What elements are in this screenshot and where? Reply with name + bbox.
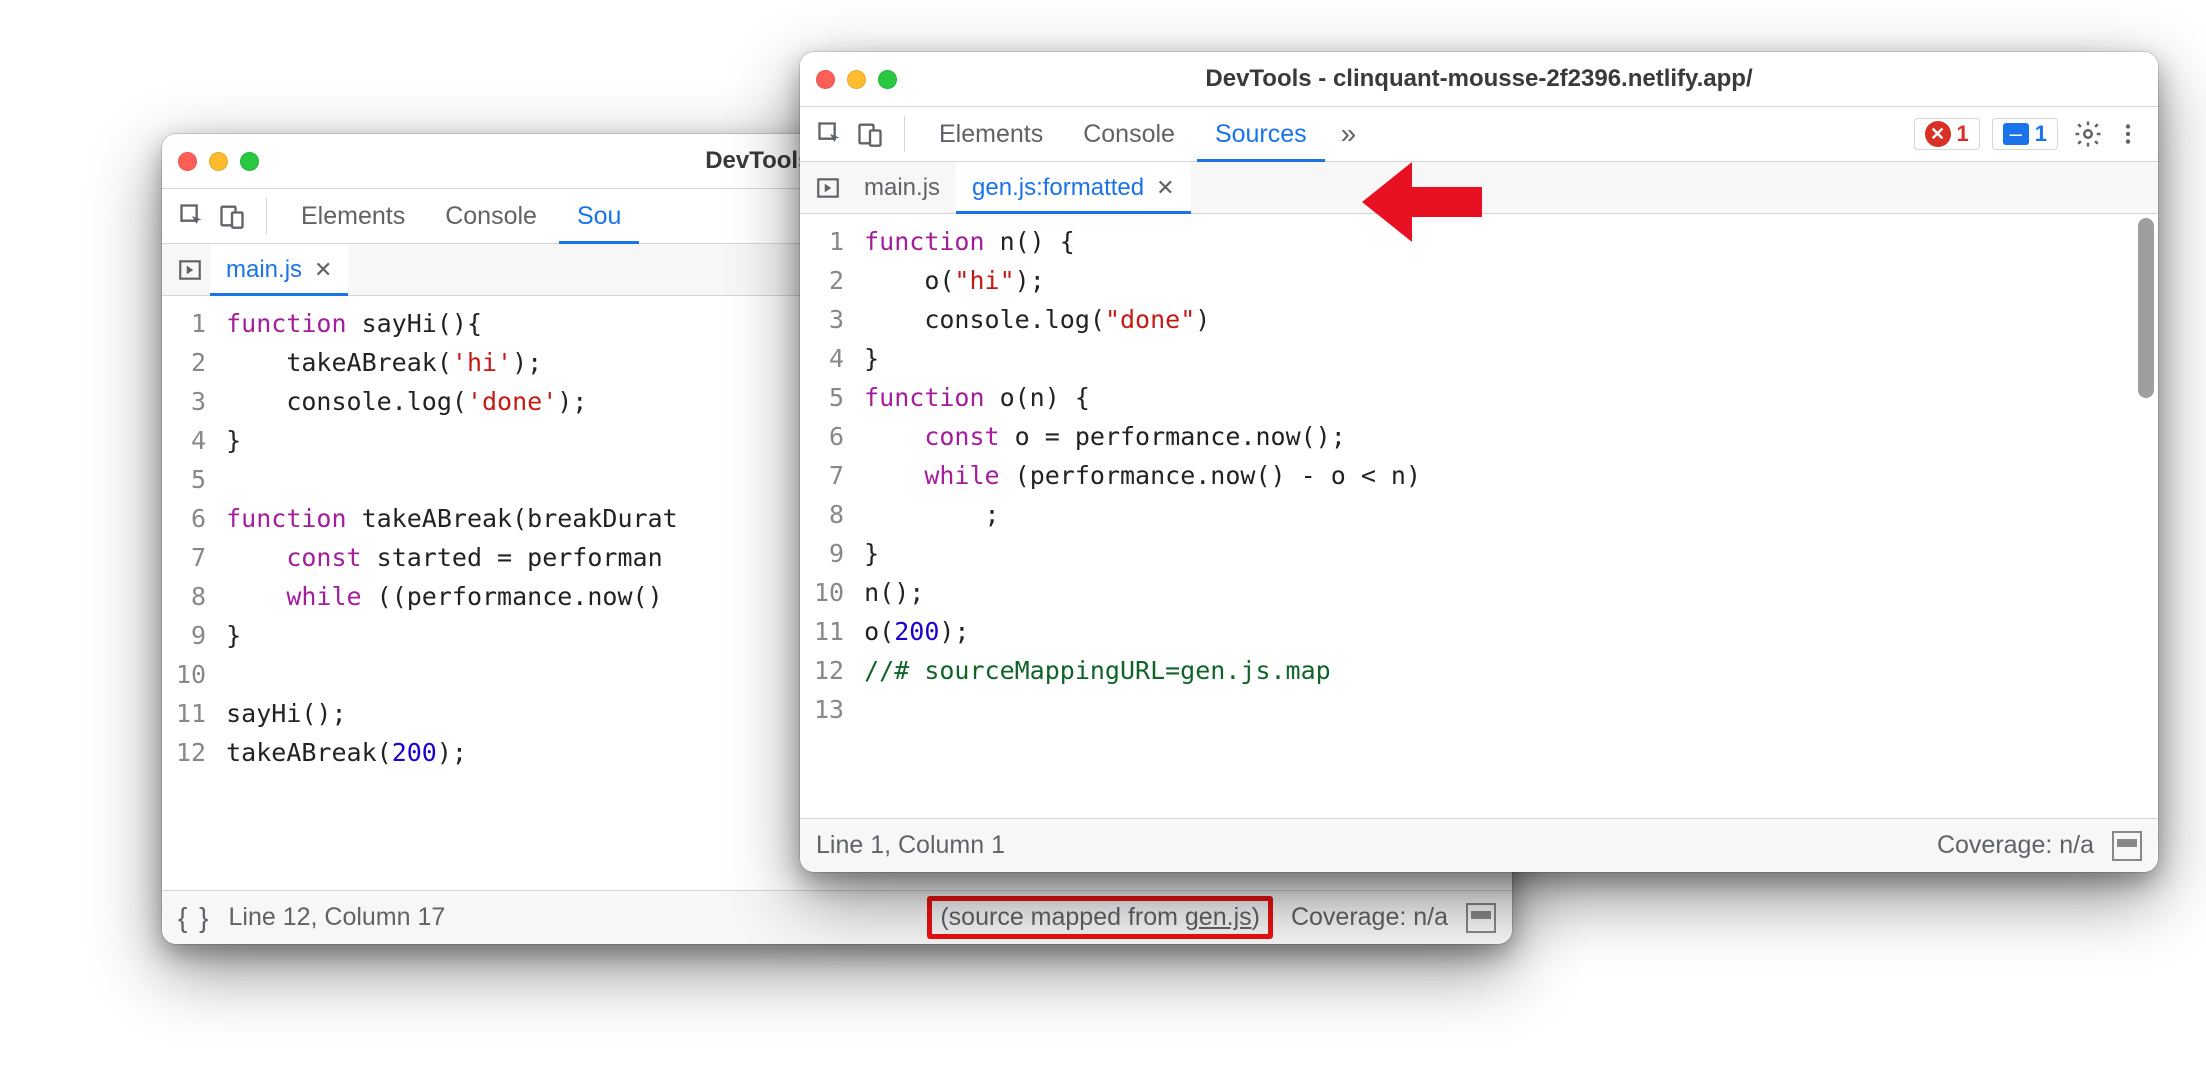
zoom-window-button[interactable] xyxy=(878,70,897,89)
file-tab-label: main.js xyxy=(226,256,302,284)
scrollbar[interactable] xyxy=(2136,214,2154,675)
source-mapped-link[interactable]: gen.js xyxy=(1185,903,1252,931)
code-content[interactable]: function sayHi(){ takeABreak('hi'); cons… xyxy=(218,296,678,772)
device-toolbar-icon[interactable] xyxy=(214,198,250,234)
file-tab-gen-js-formatted[interactable]: gen.js:formatted ✕ xyxy=(956,162,1191,214)
close-icon[interactable]: ✕ xyxy=(1156,175,1174,201)
line-gutter: 123456789101112 xyxy=(162,296,218,772)
traffic-lights xyxy=(178,152,259,171)
source-mapped-indicator: (source mapped from gen.js) xyxy=(927,896,1273,939)
scrollbar-thumb[interactable] xyxy=(2138,218,2154,398)
show-navigator-icon[interactable] xyxy=(170,250,210,290)
status-bar: Line 1, Column 1 Coverage: n/a xyxy=(800,818,2158,872)
code-editor[interactable]: 12345678910111213 function n() { o("hi")… xyxy=(800,214,2158,729)
minimize-window-button[interactable] xyxy=(209,152,228,171)
more-tabs-icon[interactable]: » xyxy=(1329,118,1369,150)
annotation-arrow-icon xyxy=(1362,162,1482,242)
close-window-button[interactable] xyxy=(178,152,197,171)
show-console-drawer-icon[interactable] xyxy=(1466,903,1496,933)
error-count-badge[interactable]: ✕ 1 xyxy=(1914,118,1980,150)
zoom-window-button[interactable] xyxy=(240,152,259,171)
show-navigator-icon[interactable] xyxy=(808,168,848,208)
file-tab-label: main.js xyxy=(864,174,940,202)
tab-sources[interactable]: Sources xyxy=(1197,106,1325,162)
more-options-icon[interactable] xyxy=(2110,116,2146,152)
inspect-element-icon[interactable] xyxy=(174,198,210,234)
error-icon: ✕ xyxy=(1925,121,1951,147)
line-gutter: 12345678910111213 xyxy=(800,214,856,729)
file-tab-main-js[interactable]: main.js xyxy=(848,162,956,214)
status-bar: { } Line 12, Column 17 (source mapped fr… xyxy=(162,890,1512,944)
message-count-badge[interactable]: – 1 xyxy=(1992,118,2058,150)
tab-console[interactable]: Console xyxy=(427,188,555,244)
file-tab-main-js[interactable]: main.js ✕ xyxy=(210,244,348,296)
traffic-lights xyxy=(816,70,897,89)
inspect-element-icon[interactable] xyxy=(812,116,848,152)
main-toolbar: Elements Console Sources » ✕ 1 – 1 xyxy=(800,106,2158,162)
coverage-label: Coverage: n/a xyxy=(1937,831,2094,860)
file-tab-label: gen.js:formatted xyxy=(972,174,1144,202)
pretty-print-icon[interactable]: { } xyxy=(178,902,210,934)
message-icon: – xyxy=(2003,123,2029,145)
minimize-window-button[interactable] xyxy=(847,70,866,89)
divider xyxy=(266,198,267,234)
tab-console[interactable]: Console xyxy=(1065,106,1193,162)
tab-elements[interactable]: Elements xyxy=(283,188,423,244)
code-content[interactable]: function n() { o("hi"); console.log("don… xyxy=(856,214,1421,729)
coverage-label: Coverage: n/a xyxy=(1291,903,1448,932)
show-console-drawer-icon[interactable] xyxy=(2112,831,2142,861)
tab-elements[interactable]: Elements xyxy=(921,106,1061,162)
cursor-position: Line 12, Column 17 xyxy=(228,903,445,932)
divider xyxy=(904,116,905,152)
window-title: DevTools - clinquant-mousse-2f2396.netli… xyxy=(800,65,2158,93)
close-window-button[interactable] xyxy=(816,70,835,89)
device-toolbar-icon[interactable] xyxy=(852,116,888,152)
cursor-position: Line 1, Column 1 xyxy=(816,831,1005,860)
settings-icon[interactable] xyxy=(2070,116,2106,152)
tab-sources[interactable]: Sou xyxy=(559,188,639,244)
close-icon[interactable]: ✕ xyxy=(314,257,332,283)
titlebar: DevTools - clinquant-mousse-2f2396.netli… xyxy=(800,52,2158,106)
